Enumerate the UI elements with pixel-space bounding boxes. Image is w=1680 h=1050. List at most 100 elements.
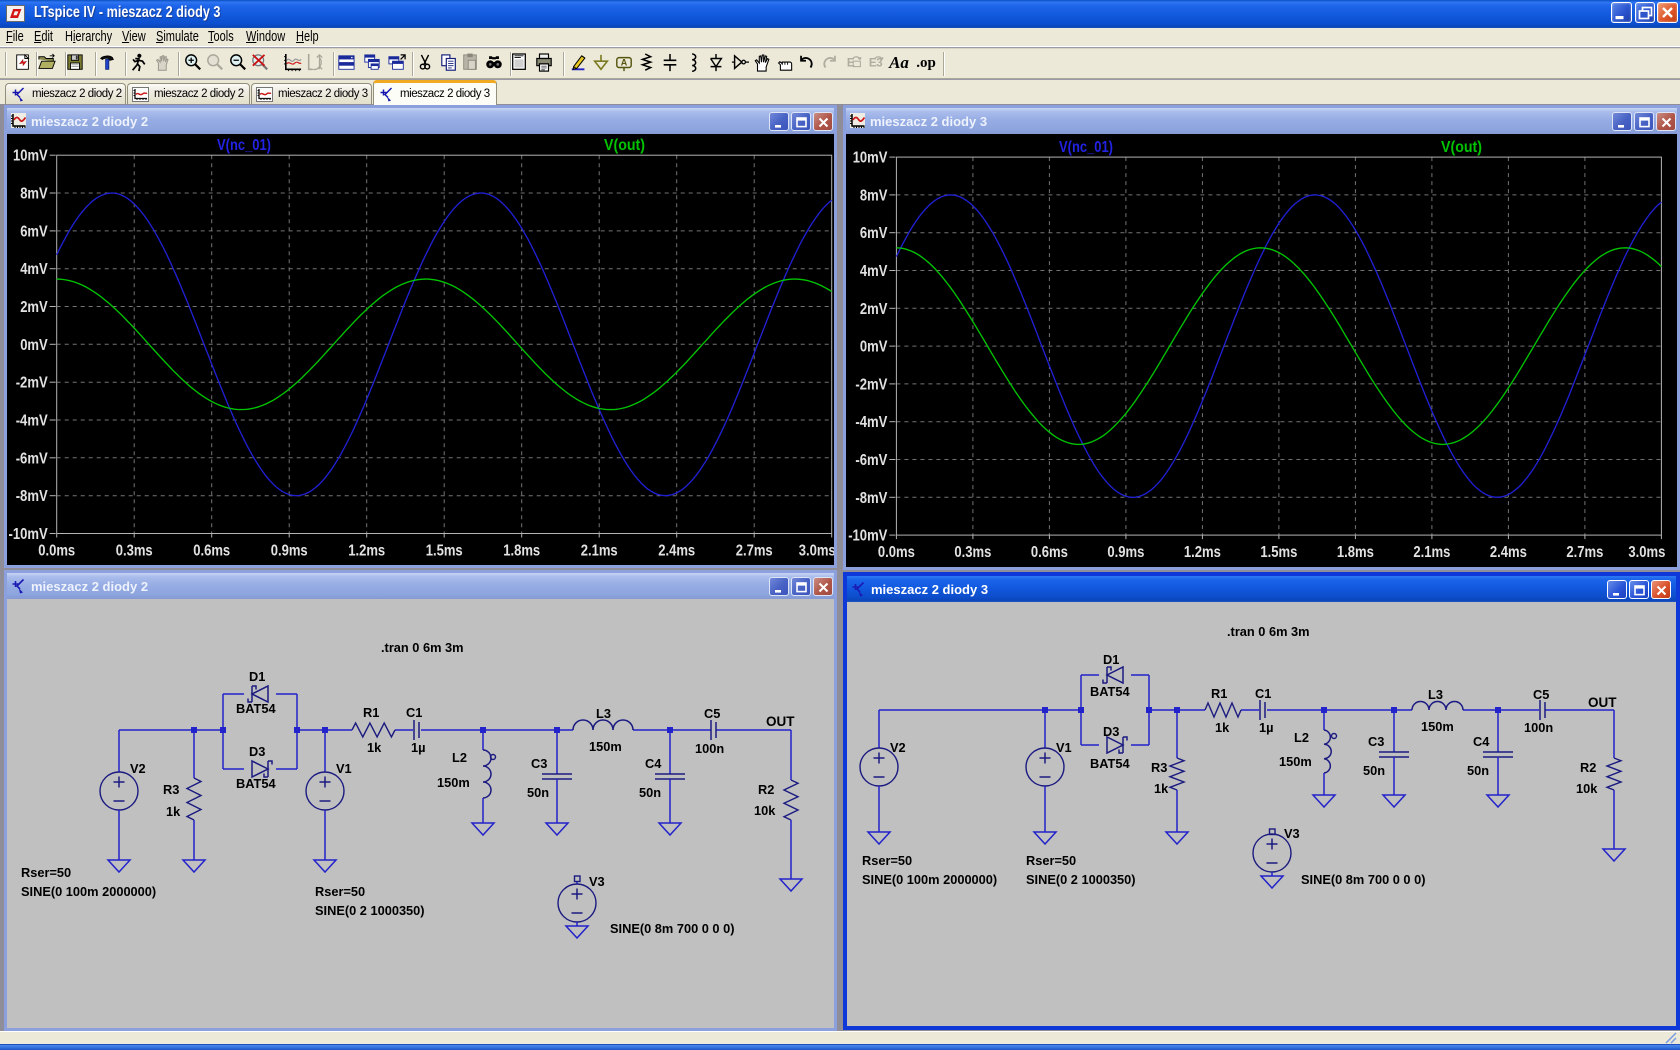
- svg-text:SINE(0 100m 2000000): SINE(0 100m 2000000): [21, 884, 156, 899]
- svg-text:150m: 150m: [1279, 754, 1312, 769]
- svg-text:0.0ms: 0.0ms: [38, 543, 75, 560]
- svg-text:4mV: 4mV: [860, 263, 888, 280]
- svg-text:6mV: 6mV: [860, 225, 888, 242]
- svg-text:V(nc_01): V(nc_01): [1059, 139, 1113, 156]
- svg-text:100n: 100n: [1524, 720, 1553, 735]
- svg-text:3: 3: [876, 57, 883, 70]
- svg-text:0.3ms: 0.3ms: [116, 543, 153, 560]
- svg-text:3.0ms: 3.0ms: [1628, 544, 1665, 561]
- svg-text:0mV: 0mV: [860, 339, 888, 356]
- svg-text:150m: 150m: [589, 739, 622, 754]
- svg-text:.tran 0 6m 3m: .tran 0 6m 3m: [1227, 624, 1310, 639]
- svg-text:0.6ms: 0.6ms: [1031, 544, 1068, 561]
- svg-text:R3: R3: [163, 782, 179, 797]
- svg-text:.tran 0 6m 3m: .tran 0 6m 3m: [381, 640, 464, 655]
- svg-text:V3: V3: [589, 874, 605, 889]
- svg-text:1.8ms: 1.8ms: [1337, 544, 1374, 561]
- svg-text:1.5ms: 1.5ms: [426, 543, 463, 560]
- svg-text:-6mV: -6mV: [16, 450, 48, 467]
- svg-text:2.7ms: 2.7ms: [1566, 544, 1603, 561]
- svg-text:8mV: 8mV: [20, 186, 48, 203]
- svg-text:1k: 1k: [1154, 781, 1169, 796]
- svg-text:V1: V1: [1056, 740, 1072, 755]
- svg-text:-10mV: -10mV: [848, 528, 887, 545]
- svg-text:50n: 50n: [1467, 763, 1489, 778]
- svg-text:4mV: 4mV: [20, 261, 48, 278]
- svg-text:2.1ms: 2.1ms: [581, 543, 618, 560]
- svg-text:R1: R1: [363, 705, 379, 720]
- svg-text:OUT: OUT: [766, 714, 795, 729]
- svg-text:C1: C1: [1255, 686, 1271, 701]
- svg-text:A: A: [621, 58, 628, 68]
- svg-text:1k: 1k: [166, 804, 181, 819]
- svg-text:2.4ms: 2.4ms: [1490, 544, 1527, 561]
- svg-text:10mV: 10mV: [13, 148, 48, 165]
- svg-text:2.1ms: 2.1ms: [1413, 544, 1450, 561]
- svg-text:OUT: OUT: [1588, 695, 1617, 710]
- svg-text:1.5ms: 1.5ms: [1260, 544, 1297, 561]
- svg-text:150m: 150m: [1421, 719, 1454, 734]
- svg-text:BAT54: BAT54: [1090, 684, 1130, 699]
- svg-text:2.4ms: 2.4ms: [658, 543, 695, 560]
- svg-text:0.0ms: 0.0ms: [878, 544, 915, 561]
- svg-text:V2: V2: [130, 761, 146, 776]
- svg-text:0.3ms: 0.3ms: [954, 544, 991, 561]
- svg-text:50n: 50n: [527, 785, 549, 800]
- svg-text:-2mV: -2mV: [855, 376, 887, 393]
- svg-text:R2: R2: [1580, 760, 1596, 775]
- svg-text:C5: C5: [704, 706, 720, 721]
- svg-text:BAT54: BAT54: [236, 776, 276, 791]
- svg-text:-4mV: -4mV: [855, 414, 887, 431]
- svg-text:R3: R3: [1151, 760, 1167, 775]
- svg-text:1µ: 1µ: [1259, 720, 1274, 735]
- svg-text:Rser=50: Rser=50: [315, 884, 365, 899]
- svg-text:C4: C4: [1473, 734, 1490, 749]
- svg-text:SINE(0 8m 700 0 0 0): SINE(0 8m 700 0 0 0): [1301, 872, 1425, 887]
- svg-text:-4mV: -4mV: [16, 413, 48, 430]
- svg-text:Rser=50: Rser=50: [1026, 853, 1076, 868]
- svg-text:0.6ms: 0.6ms: [193, 543, 230, 560]
- svg-text:-6mV: -6mV: [855, 452, 887, 469]
- svg-text:L2: L2: [1294, 730, 1309, 745]
- svg-text:SINE(0 2 1000350): SINE(0 2 1000350): [315, 903, 425, 918]
- svg-text:V(out): V(out): [1441, 139, 1482, 156]
- svg-text:2mV: 2mV: [860, 301, 888, 318]
- svg-text:50n: 50n: [639, 785, 661, 800]
- svg-text:-8mV: -8mV: [16, 488, 48, 505]
- svg-text:BAT54: BAT54: [1090, 756, 1130, 771]
- svg-text:SINE(0 100m 2000000): SINE(0 100m 2000000): [862, 872, 997, 887]
- svg-text:1µ: 1µ: [411, 740, 426, 755]
- svg-text:2.7ms: 2.7ms: [736, 543, 773, 560]
- svg-text:6mV: 6mV: [20, 223, 48, 240]
- svg-text:D1: D1: [249, 669, 265, 684]
- svg-text:R2: R2: [758, 782, 774, 797]
- svg-text:C3: C3: [1368, 734, 1384, 749]
- svg-text:-2mV: -2mV: [16, 375, 48, 392]
- svg-text:10k: 10k: [754, 803, 776, 818]
- svg-text:0.9ms: 0.9ms: [1107, 544, 1144, 561]
- svg-text:100n: 100n: [695, 741, 724, 756]
- svg-text:150m: 150m: [437, 775, 470, 790]
- svg-text:1.8ms: 1.8ms: [503, 543, 540, 560]
- svg-text:BAT54: BAT54: [236, 701, 276, 716]
- svg-text:Rser=50: Rser=50: [862, 853, 912, 868]
- svg-text:0.9ms: 0.9ms: [271, 543, 308, 560]
- svg-text:V1: V1: [336, 761, 352, 776]
- svg-text:D3: D3: [249, 744, 265, 759]
- svg-text:C1: C1: [406, 705, 422, 720]
- svg-text:SINE(0 8m 700 0 0 0): SINE(0 8m 700 0 0 0): [610, 921, 734, 936]
- svg-text:R1: R1: [1211, 686, 1227, 701]
- svg-text:0mV: 0mV: [20, 337, 48, 354]
- svg-text:Rser=50: Rser=50: [21, 865, 71, 880]
- svg-text:3.0ms: 3.0ms: [799, 543, 834, 560]
- svg-text:10mV: 10mV: [853, 150, 888, 167]
- svg-text:V(nc_01): V(nc_01): [217, 137, 271, 154]
- svg-text:C3: C3: [531, 756, 547, 771]
- svg-text:V3: V3: [1284, 826, 1300, 841]
- svg-text:L3: L3: [596, 706, 611, 721]
- svg-text:1k: 1k: [1215, 720, 1230, 735]
- svg-text:-10mV: -10mV: [9, 526, 48, 543]
- svg-text:D3: D3: [1103, 724, 1119, 739]
- svg-text:8mV: 8mV: [860, 187, 888, 204]
- svg-text:D1: D1: [1103, 652, 1119, 667]
